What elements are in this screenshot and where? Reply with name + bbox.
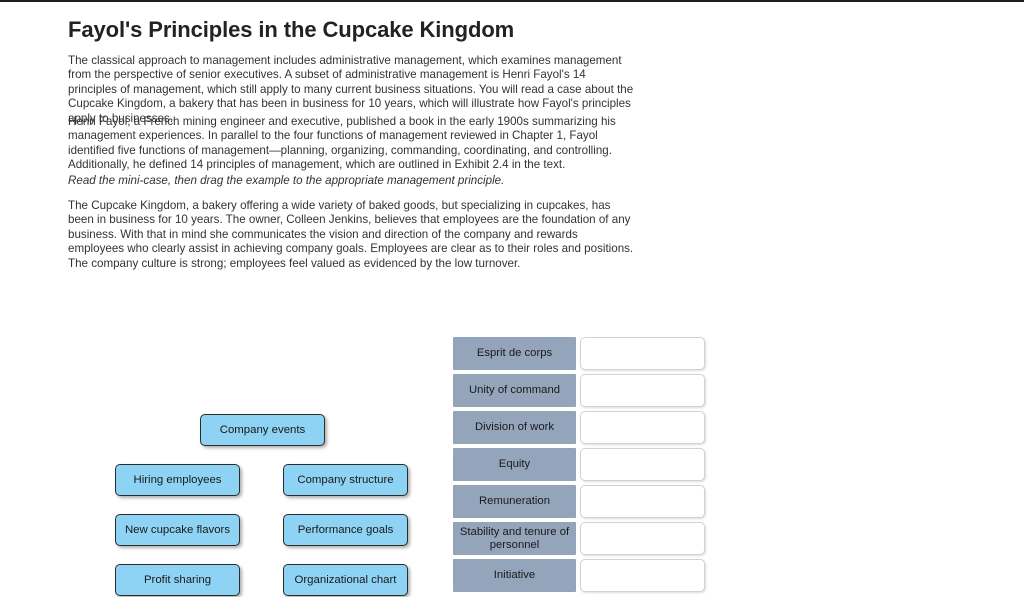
example-tile-label: Organizational chart — [294, 574, 397, 586]
principle-drop-target[interactable] — [580, 522, 705, 555]
draggable-tiles-pool: Company events Hiring employees Company st… — [0, 0, 450, 597]
principle-row: Initiative — [453, 559, 713, 592]
principle-label-text: Remuneration — [479, 495, 550, 507]
example-tile-label: Hiring employees — [133, 474, 222, 486]
example-tile-label: New cupcake flavors — [124, 524, 231, 536]
principle-row: Stability and tenure of personnel — [453, 522, 713, 555]
principle-drop-target[interactable] — [580, 411, 705, 444]
principle-label-text: Stability and tenure of personnel — [459, 525, 570, 551]
principle-row: Equity — [453, 448, 713, 481]
principle-label: Unity of command — [453, 374, 576, 407]
example-tile-label: Performance goals — [297, 524, 394, 536]
principle-label-text: Initiative — [493, 569, 536, 581]
example-tile[interactable]: Performance goals — [283, 514, 408, 546]
example-tile-label: Company events — [219, 424, 306, 436]
principle-drop-target[interactable] — [580, 485, 705, 518]
example-tile-label: Profit sharing — [143, 574, 212, 586]
principle-drop-target[interactable] — [580, 559, 705, 592]
principle-label-text: Esprit de corps — [476, 347, 553, 359]
example-tile[interactable]: Company structure — [283, 464, 408, 496]
example-tile[interactable]: New cupcake flavors — [115, 514, 240, 546]
principle-label: Remuneration — [453, 485, 576, 518]
principle-row: Esprit de corps — [453, 337, 713, 370]
principle-drop-target[interactable] — [580, 337, 705, 370]
principles-list: Esprit de corps Unity of command Division … — [453, 337, 713, 596]
principle-label: Division of work — [453, 411, 576, 444]
example-tile-label: Company structure — [297, 474, 394, 486]
principle-label-text: Division of work — [474, 421, 555, 433]
principle-label: Stability and tenure of personnel — [453, 522, 576, 555]
principle-label: Equity — [453, 448, 576, 481]
principle-drop-target[interactable] — [580, 374, 705, 407]
principle-row: Remuneration — [453, 485, 713, 518]
example-tile[interactable]: Organizational chart — [283, 564, 408, 596]
principle-label: Initiative — [453, 559, 576, 592]
principle-row: Division of work — [453, 411, 713, 444]
principle-label: Esprit de corps — [453, 337, 576, 370]
principle-row: Unity of command — [453, 374, 713, 407]
example-tile[interactable]: Company events — [200, 414, 325, 446]
example-tile[interactable]: Hiring employees — [115, 464, 240, 496]
principle-drop-target[interactable] — [580, 448, 705, 481]
example-tile[interactable]: Profit sharing — [115, 564, 240, 596]
principle-label-text: Equity — [498, 458, 531, 470]
principle-label-text: Unity of command — [468, 384, 561, 396]
